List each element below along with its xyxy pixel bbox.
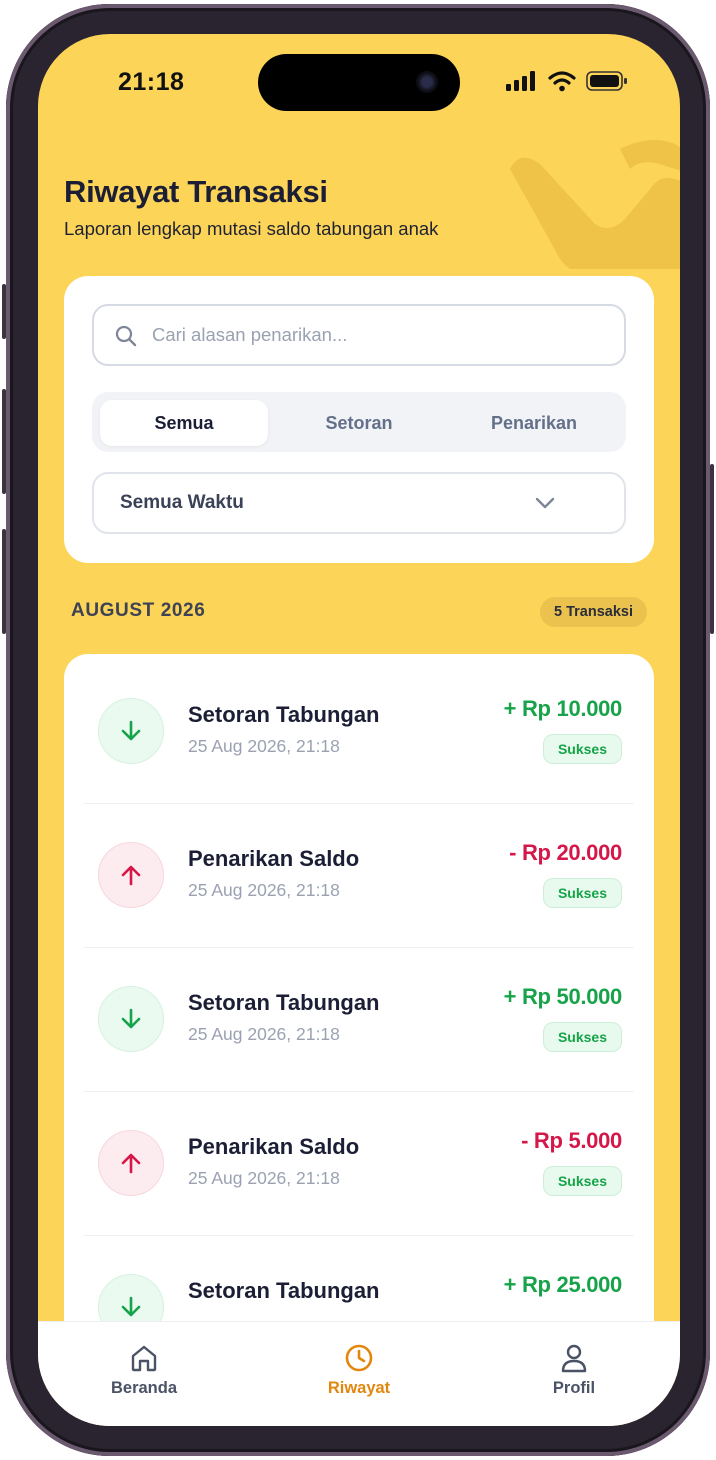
clock-icon — [345, 1344, 373, 1372]
transaction-amount: - Rp 20.000 — [509, 840, 622, 865]
arrow-down-icon — [121, 1296, 141, 1317]
withdrawal-badge — [98, 1130, 164, 1196]
signal-icon — [506, 71, 535, 91]
transaction-title: Setoran Tabungan — [188, 990, 380, 1015]
battery-icon — [586, 71, 627, 91]
filter-tabs: Semua Setoran Penarikan — [92, 392, 626, 452]
arrow-up-icon — [121, 865, 141, 886]
status-badge: Sukses — [542, 878, 622, 908]
camera-icon — [416, 71, 438, 93]
chevron-down-icon — [535, 497, 555, 509]
transaction-row[interactable]: Setoran Tabungan 25 Aug 2026, 21:18 + Rp… — [84, 660, 634, 804]
wifi-icon — [548, 71, 576, 92]
power-button — [710, 464, 714, 634]
deposit-badge — [98, 698, 164, 764]
page-header: Riwayat Transaksi Laporan lengkap mutasi… — [64, 174, 438, 240]
page-subtitle: Laporan lengkap mutasi saldo tabungan an… — [64, 218, 439, 239]
transaction-date: 25 Aug 2026, 21:18 — [188, 1024, 340, 1044]
status-badge: Sukses — [542, 734, 622, 764]
transaction-title: Penarikan Saldo — [188, 846, 360, 871]
nav-label: Profil — [552, 1379, 596, 1397]
deposit-badge — [98, 986, 164, 1052]
transaction-title: Penarikan Saldo — [188, 1134, 360, 1159]
search-icon — [115, 325, 137, 347]
transaction-amount: - Rp 5.000 — [521, 1128, 622, 1153]
nav-item-beranda[interactable]: Beranda — [74, 1342, 214, 1398]
time-filter-select[interactable]: Semua Waktu — [92, 472, 626, 534]
transaction-count-badge: 5 Transaksi — [540, 597, 647, 627]
nav-label: Riwayat — [327, 1379, 391, 1397]
status-badge: Sukses — [542, 1022, 622, 1052]
tab-penarikan[interactable]: Penarikan — [450, 400, 618, 446]
home-icon — [131, 1345, 157, 1372]
status-badge: Sukses — [542, 1166, 622, 1196]
transaction-date: 25 Aug 2026, 21:18 — [188, 880, 340, 900]
status-bar: 21:18 — [38, 34, 680, 134]
page-title: Riwayat Transaksi — [64, 174, 328, 209]
search-input[interactable] — [152, 306, 612, 364]
side-button — [2, 284, 6, 339]
tab-setoran[interactable]: Setoran — [275, 400, 443, 446]
transaction-date: 25 Aug 2026, 21:18 — [188, 1168, 340, 1188]
time-filter-value: Semua Waktu — [120, 492, 244, 513]
arrow-up-icon — [121, 1153, 141, 1174]
nav-label: Beranda — [110, 1379, 178, 1397]
user-icon — [561, 1344, 587, 1373]
filter-card: Semua Setoran Penarikan Semua Waktu — [64, 276, 654, 563]
decorative-shape — [510, 140, 680, 269]
dynamic-island — [258, 54, 460, 111]
withdrawal-badge — [98, 842, 164, 908]
app-screen: 21:18 Riwayat Transaksi Laporan lengkap … — [38, 34, 680, 1426]
arrow-down-icon — [121, 720, 141, 741]
transaction-row[interactable]: Penarikan Saldo 25 Aug 2026, 21:18 - Rp … — [84, 1092, 634, 1236]
status-icons — [506, 70, 628, 92]
bottom-nav: Beranda Riwayat Profil — [38, 1321, 680, 1426]
volume-down-button — [2, 529, 6, 634]
transaction-row[interactable]: Penarikan Saldo 25 Aug 2026, 21:18 - Rp … — [84, 804, 634, 948]
transaction-list: Setoran Tabungan 25 Aug 2026, 21:18 + Rp… — [64, 654, 654, 1426]
nav-item-profil[interactable]: Profil — [504, 1342, 644, 1398]
volume-up-button — [2, 389, 6, 494]
transaction-title: Setoran Tabungan — [188, 1278, 380, 1303]
month-group-label: AUGUST 2026 — [71, 600, 206, 621]
transaction-title: Setoran Tabungan — [188, 702, 380, 727]
transaction-amount: + Rp 25.000 — [503, 1272, 623, 1297]
tab-semua[interactable]: Semua — [100, 400, 268, 446]
arrow-down-icon — [121, 1008, 141, 1029]
transaction-amount: + Rp 50.000 — [503, 984, 623, 1009]
transaction-row[interactable]: Setoran Tabungan 25 Aug 2026, 21:18 + Rp… — [84, 948, 634, 1092]
status-time: 21:18 — [118, 68, 185, 96]
nav-item-riwayat[interactable]: Riwayat — [289, 1342, 429, 1398]
transaction-amount: + Rp 10.000 — [503, 696, 623, 721]
transaction-date: 25 Aug 2026, 21:18 — [188, 736, 340, 756]
search-box[interactable] — [92, 304, 626, 366]
